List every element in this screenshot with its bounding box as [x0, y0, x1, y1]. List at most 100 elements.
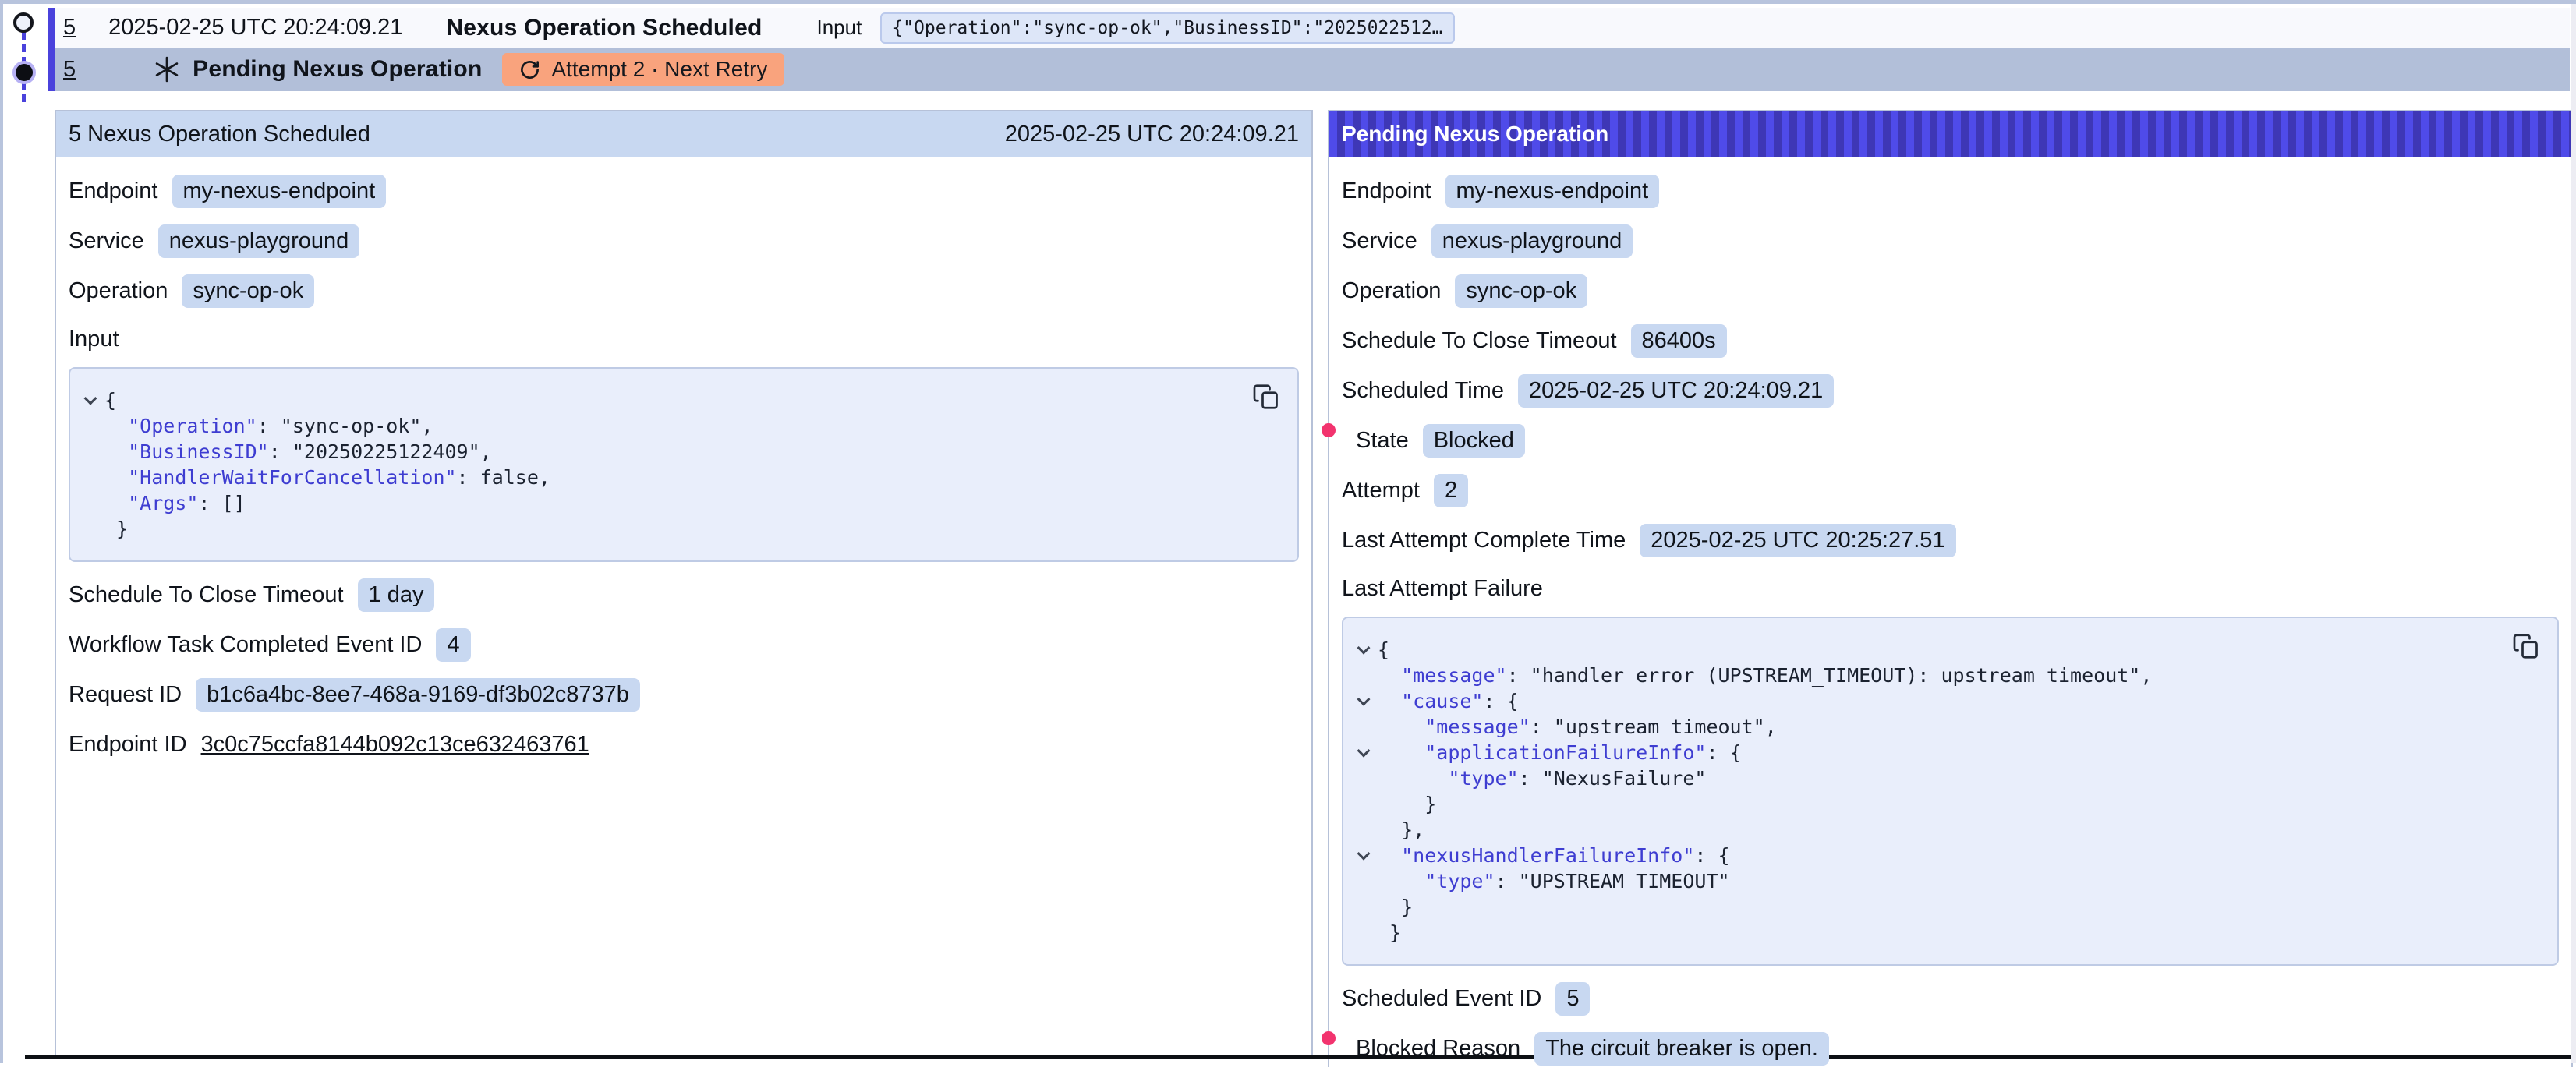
- section-label-input: Input: [69, 327, 1299, 355]
- panel-right-title: Pending Nexus Operation: [1342, 122, 1608, 147]
- field-value-badge-endpoint: my-nexus-endpoint: [1445, 175, 1660, 208]
- code-text: }: [1378, 921, 1401, 944]
- code-line: {: [1350, 637, 2503, 663]
- annotation-highlight-box: [1322, 423, 1336, 437]
- event-row-pending-nexus-operation[interactable]: 5 Pending Nexus Operation Attempt 2 · Ne…: [55, 48, 2570, 91]
- pending-event-id-link[interactable]: 5: [63, 57, 76, 83]
- copy-icon[interactable]: [2512, 631, 2540, 662]
- panel-left-header: 5 Nexus Operation Scheduled 2025-02-25 U…: [56, 111, 1311, 157]
- panel-right-header: Pending Nexus Operation: [1329, 111, 2571, 157]
- code-text: }: [1378, 793, 1436, 815]
- timeline-event-marker-icon[interactable]: [13, 12, 34, 33]
- code-text: {: [1378, 638, 1389, 661]
- section-label-last-attempt-failure: Last Attempt Failure: [1342, 576, 2559, 604]
- collapse-chevron-icon[interactable]: [1350, 748, 1378, 758]
- field-label-operation: Operation: [69, 278, 168, 304]
- code-line: "Args": []: [76, 490, 1243, 516]
- field-value-badge-request-id: b1c6a4bc-8ee7-468a-9169-df3b02c8737b: [196, 678, 640, 712]
- code-text: "message": "handler error (UPSTREAM_TIME…: [1378, 664, 2152, 687]
- workflow-event-history-screen: 5 2025-02-25 UTC 20:24:09.21 Nexus Opera…: [0, 0, 2576, 1063]
- field-service: Servicenexus-playground: [1342, 224, 1633, 258]
- field-value-badge-workflow-task-completed-event-id: 4: [436, 628, 470, 662]
- retry-icon: [519, 59, 540, 80]
- timeline-pending-marker-icon[interactable]: [16, 64, 33, 81]
- panel-left-timestamp: 2025-02-25 UTC 20:24:09.21: [1005, 122, 1299, 147]
- bottom-divider-line: [25, 1055, 2576, 1059]
- panel-right-body: Endpoint my-nexus-endpoint Servicenexus-pl…: [1329, 157, 2571, 1078]
- field-value-badge-blocked-reason: The circuit breaker is open.: [1534, 1032, 1829, 1066]
- code-line: "nexusHandlerFailureInfo": {: [1350, 843, 2503, 868]
- code-line: }: [1350, 894, 2503, 920]
- code-text: "Operation": "sync-op-ok",: [104, 415, 433, 437]
- panel-nexus-operation-scheduled: 5 Nexus Operation Scheduled 2025-02-25 U…: [55, 110, 1313, 1056]
- field-value-badge-state: Blocked: [1423, 424, 1525, 458]
- pending-asterisk-icon: [154, 56, 180, 83]
- field-scheduled-time: Scheduled Time 2025-02-25 UTC 20:24:09.21: [1342, 373, 1834, 408]
- code-line: {: [76, 387, 1243, 413]
- attempt-retry-badge: Attempt 2 · Next Retry: [502, 53, 784, 86]
- code-line: "applicationFailureInfo": {: [1350, 740, 2503, 765]
- code-text: "type": "NexusFailure": [1378, 767, 1706, 790]
- json-code-block: { "Operation": "sync-op-ok", "BusinessID…: [69, 367, 1299, 562]
- collapse-chevron-icon[interactable]: [1350, 645, 1378, 655]
- event-id-link[interactable]: 5: [63, 15, 76, 41]
- field-label-endpoint: Endpoint: [1342, 178, 1431, 204]
- field-scheduled-event-id: Scheduled Event ID5: [1342, 981, 1590, 1016]
- code-line: "message": "upstream timeout",: [1350, 714, 2503, 740]
- code-text: "message": "upstream timeout",: [1378, 716, 1777, 738]
- field-value-badge-scheduled-time: 2025-02-25 UTC 20:24:09.21: [1518, 374, 1834, 408]
- collapse-chevron-icon[interactable]: [1350, 851, 1378, 861]
- event-timestamp: 2025-02-25 UTC 20:24:09.21: [108, 15, 402, 41]
- code-line: "BusinessID": "20250225122409",: [76, 439, 1243, 465]
- field-value-link-endpoint-id[interactable]: 3c0c75ccfa8144b092c13ce632463761: [201, 732, 589, 758]
- code-line: "Operation": "sync-op-ok",: [76, 413, 1243, 439]
- event-title: Nexus Operation Scheduled: [446, 15, 762, 41]
- vertical-scrollbar[interactable]: [2571, 4, 2576, 1063]
- code-line: "HandlerWaitForCancellation": false,: [76, 465, 1243, 490]
- field-label-last-attempt-complete-time: Last Attempt Complete Time: [1342, 528, 1626, 553]
- field-label-schedule-to-close-timeout: Schedule To Close Timeout: [1342, 328, 1617, 354]
- pending-event-title: Pending Nexus Operation: [193, 56, 482, 83]
- field-label-blocked-reason: Blocked Reason: [1356, 1036, 1520, 1062]
- code-line: }: [1350, 791, 2503, 817]
- collapse-chevron-icon[interactable]: [76, 396, 104, 405]
- event-input-json-preview[interactable]: {"Operation":"sync-op-ok","BusinessID":"…: [880, 12, 1454, 44]
- code-line: }: [1350, 920, 2503, 945]
- field-label-state: State: [1356, 428, 1409, 454]
- field-label-workflow-task-completed-event-id: Workflow Task Completed Event ID: [69, 632, 422, 658]
- field-value-badge-last-attempt-complete-time: 2025-02-25 UTC 20:25:27.51: [1640, 524, 1955, 557]
- panel-left-body: Endpointmy-nexus-endpoint Servicenexus-pl…: [56, 157, 1311, 774]
- field-label-service: Service: [1342, 228, 1417, 254]
- field-endpoint: Endpoint my-nexus-endpoint: [1342, 174, 1659, 208]
- code-line: "type": "UPSTREAM_TIMEOUT": [1350, 868, 2503, 894]
- field-value-badge-operation: sync-op-ok: [182, 274, 314, 308]
- field-operation: Operationsync-op-ok: [1342, 274, 1587, 308]
- field-request-id: Request IDb1c6a4bc-8ee7-468a-9169-df3b02…: [69, 677, 640, 712]
- field-value-badge-schedule-to-close-timeout: 86400s: [1631, 324, 1727, 358]
- code-line: "cause": {: [1350, 688, 2503, 714]
- code-line: "type": "NexusFailure": [1350, 765, 2503, 791]
- panel-left-title: 5 Nexus Operation Scheduled: [69, 122, 370, 147]
- event-row-nexus-operation-scheduled[interactable]: 5 2025-02-25 UTC 20:24:09.21 Nexus Opera…: [55, 8, 2570, 48]
- field-endpoint: Endpointmy-nexus-endpoint: [69, 174, 386, 208]
- field-value-badge-service: nexus-playground: [158, 224, 360, 258]
- field-label-scheduled-time: Scheduled Time: [1342, 378, 1504, 404]
- field-operation: Operation sync-op-ok: [69, 274, 314, 308]
- code-line: },: [1350, 817, 2503, 843]
- field-workflow-task-completed-event-id: Workflow Task Completed Event ID 4: [69, 627, 471, 662]
- field-label-scheduled-event-id: Scheduled Event ID: [1342, 986, 1541, 1012]
- field-value-badge-attempt: 2: [1434, 474, 1468, 507]
- field-label-schedule-to-close-timeout: Schedule To Close Timeout: [69, 582, 344, 608]
- field-label-endpoint-id: Endpoint ID: [69, 732, 187, 758]
- panel-pending-nexus-operation: Pending Nexus Operation Endpoint my-nexus…: [1328, 110, 2573, 1067]
- field-service: Servicenexus-playground: [69, 224, 359, 258]
- code-line: "message": "handler error (UPSTREAM_TIME…: [1350, 663, 2503, 688]
- field-blocked-reason: Blocked Reason The circuit breaker is ope…: [1342, 1031, 1829, 1066]
- collapse-chevron-icon[interactable]: [1350, 697, 1378, 706]
- copy-icon[interactable]: [1252, 381, 1280, 412]
- field-schedule-to-close-timeout: Schedule To Close Timeout 86400s: [1342, 323, 1727, 358]
- annotation-highlight-box: [1322, 1031, 1336, 1045]
- field-state: State Blocked: [1342, 423, 1525, 458]
- field-schedule-to-close-timeout: Schedule To Close Timeout1 day: [69, 578, 434, 612]
- code-text: }: [1378, 896, 1413, 918]
